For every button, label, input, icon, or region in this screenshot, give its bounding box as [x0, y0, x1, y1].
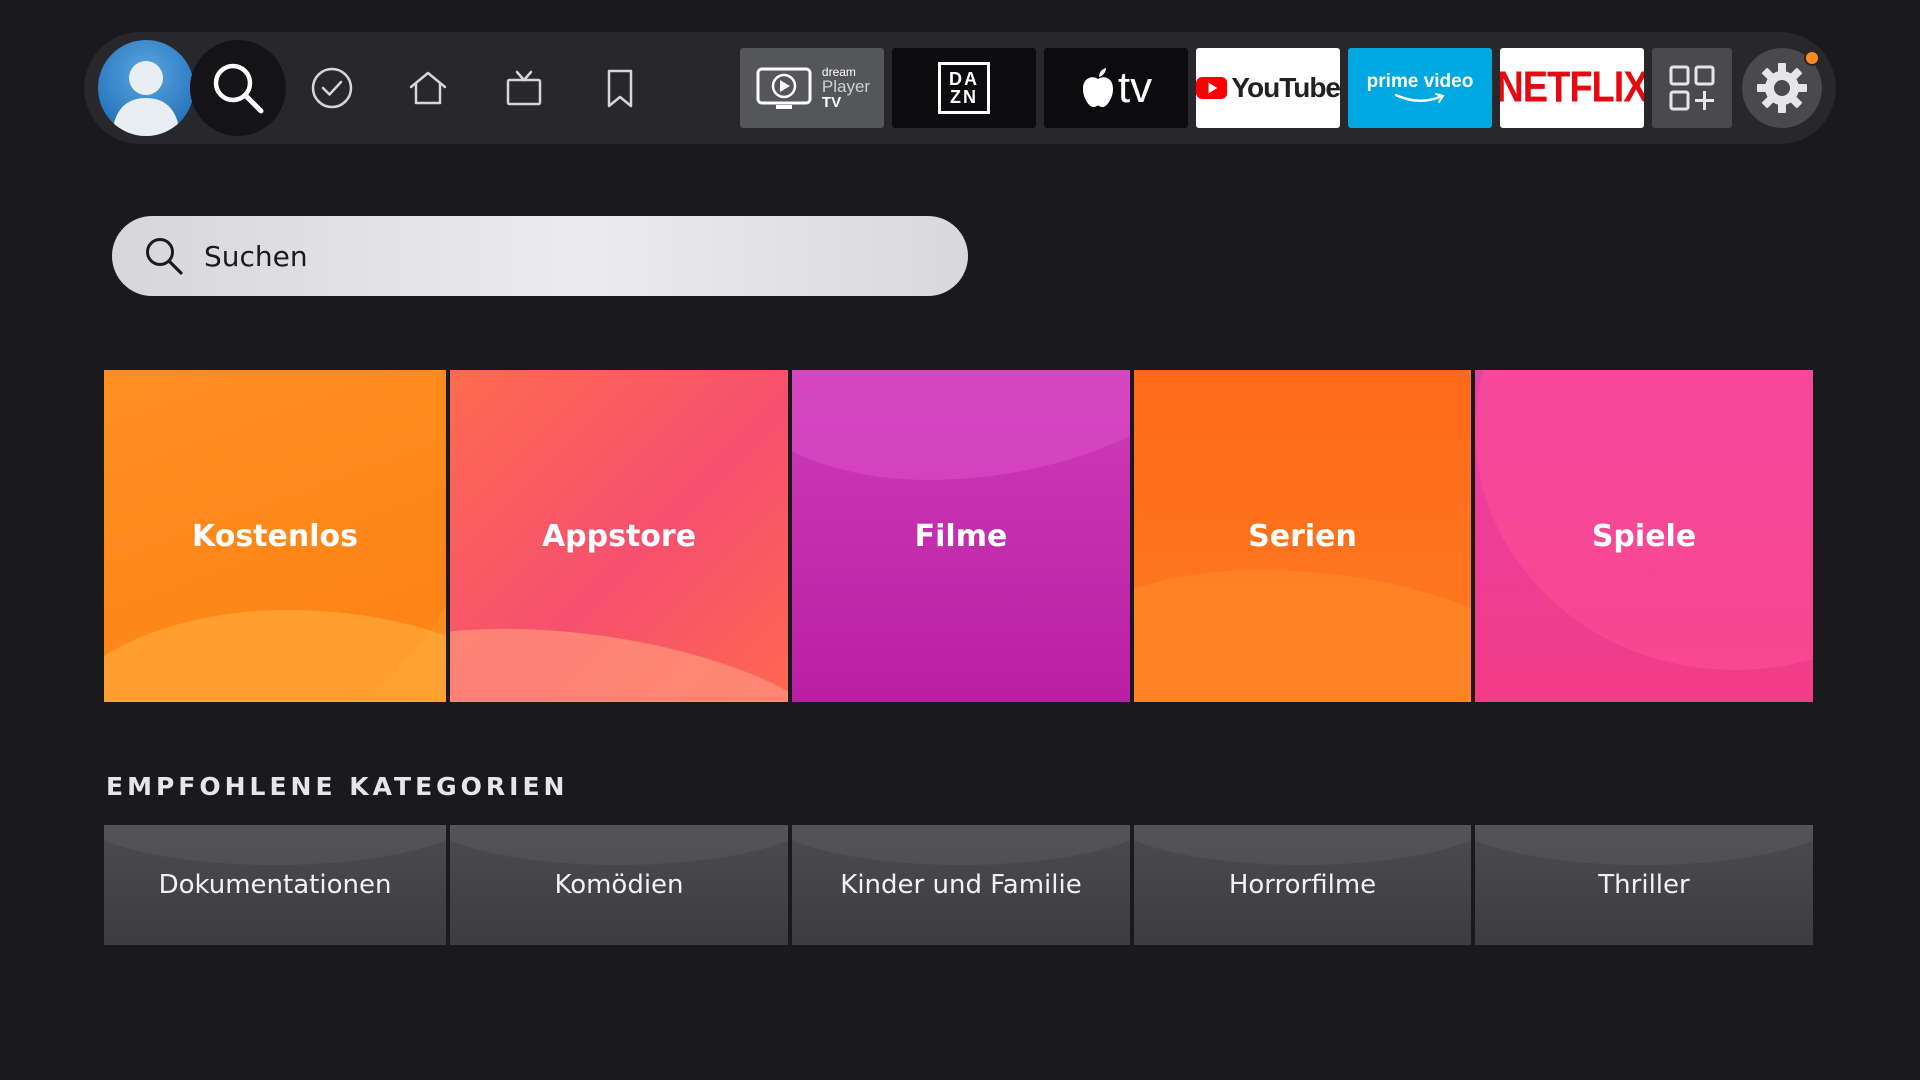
- search-field-icon: [146, 238, 183, 275]
- tile-decoration: [1134, 570, 1471, 702]
- nav-item-watchlist[interactable]: [590, 58, 650, 118]
- netflix-label: NETFLIX: [1500, 63, 1644, 112]
- recommended-label: Kinder und Familie: [840, 870, 1082, 900]
- notification-dot: [1804, 50, 1820, 66]
- recommended-tile-thriller[interactable]: Thriller: [1475, 825, 1813, 945]
- dazn-text-1: DA: [949, 69, 979, 89]
- recommended-tile-dokumentationen[interactable]: Dokumentationen: [104, 825, 446, 945]
- nav-item-home[interactable]: [398, 58, 458, 118]
- prime-smile-icon: [1394, 93, 1445, 103]
- tile-decoration: [450, 599, 788, 702]
- recommended-label: Dokumentationen: [158, 870, 392, 900]
- search-nav-button[interactable]: [190, 40, 286, 136]
- dreamplayer-text-2: Player: [821, 77, 871, 96]
- app-library-button[interactable]: [1652, 48, 1732, 128]
- search-icon: [213, 63, 264, 114]
- youtube-play-icon: [1196, 77, 1228, 99]
- category-label: Serien: [1248, 518, 1357, 554]
- recommended-label: Horrorfilme: [1228, 870, 1377, 900]
- category-label: Appstore: [541, 518, 697, 554]
- dazn-logo: DA ZN: [938, 62, 990, 114]
- app-tile-dreamplayer[interactable]: dream Player TV: [740, 48, 884, 128]
- app-tile-youtube[interactable]: YouTube: [1196, 48, 1340, 128]
- youtube-label: YouTube: [1231, 72, 1340, 103]
- search-input[interactable]: [202, 238, 902, 274]
- live-tv-icon: [506, 70, 542, 106]
- category-tile-filme[interactable]: Filme: [792, 370, 1130, 702]
- category-tile-kostenlos[interactable]: Kostenlos: [104, 370, 446, 702]
- apps-grid-plus-icon: [1669, 65, 1715, 111]
- app-tile-dazn[interactable]: DA ZN: [892, 48, 1036, 128]
- apple-tv-label: tv: [1117, 63, 1153, 112]
- category-label: Kostenlos: [192, 518, 358, 554]
- app-tile-prime-video[interactable]: prime video: [1348, 48, 1492, 128]
- recommended-label: Thriller: [1598, 870, 1690, 900]
- recommended-tile-komoedien[interactable]: Komödien: [450, 825, 788, 945]
- profile-avatar-button[interactable]: [98, 40, 194, 136]
- bookmark-icon: [607, 69, 633, 108]
- recommended-tile-kinder-und-familie[interactable]: Kinder und Familie: [792, 825, 1130, 945]
- category-tile-serien[interactable]: Serien: [1134, 370, 1471, 702]
- home-icon: [409, 71, 447, 105]
- tile-decoration: [792, 370, 1130, 480]
- nav-item-live-tv[interactable]: [494, 58, 554, 118]
- recommended-tile-horrorfilme[interactable]: Horrorfilme: [1134, 825, 1471, 945]
- top-navigation-bar: dream Player TV DA ZN tv YouTube prime v…: [84, 32, 1836, 144]
- avatar-icon: [112, 61, 180, 136]
- tv-play-icon: [756, 67, 812, 109]
- nav-item-for-you[interactable]: [302, 58, 362, 118]
- category-tile-spiele[interactable]: Spiele: [1475, 370, 1813, 702]
- category-label: Filme: [914, 518, 1008, 554]
- dazn-text-2: ZN: [950, 87, 978, 107]
- gear-icon: [1757, 63, 1807, 113]
- search-bar[interactable]: [112, 216, 968, 296]
- category-tile-appstore[interactable]: Appstore: [450, 370, 788, 702]
- recommended-label: Komödien: [554, 870, 684, 900]
- app-tile-apple-tv[interactable]: tv: [1044, 48, 1188, 128]
- prime-video-label: prime video: [1366, 71, 1474, 92]
- apple-logo-icon: [1082, 68, 1113, 108]
- dreamplayer-text-3: TV: [821, 94, 842, 111]
- app-tile-netflix[interactable]: NETFLIX: [1500, 48, 1644, 128]
- section-title-recommended: EMPFOHLENE KATEGORIEN: [106, 772, 569, 801]
- category-label: Spiele: [1591, 518, 1697, 554]
- check-circle-icon: [311, 67, 353, 109]
